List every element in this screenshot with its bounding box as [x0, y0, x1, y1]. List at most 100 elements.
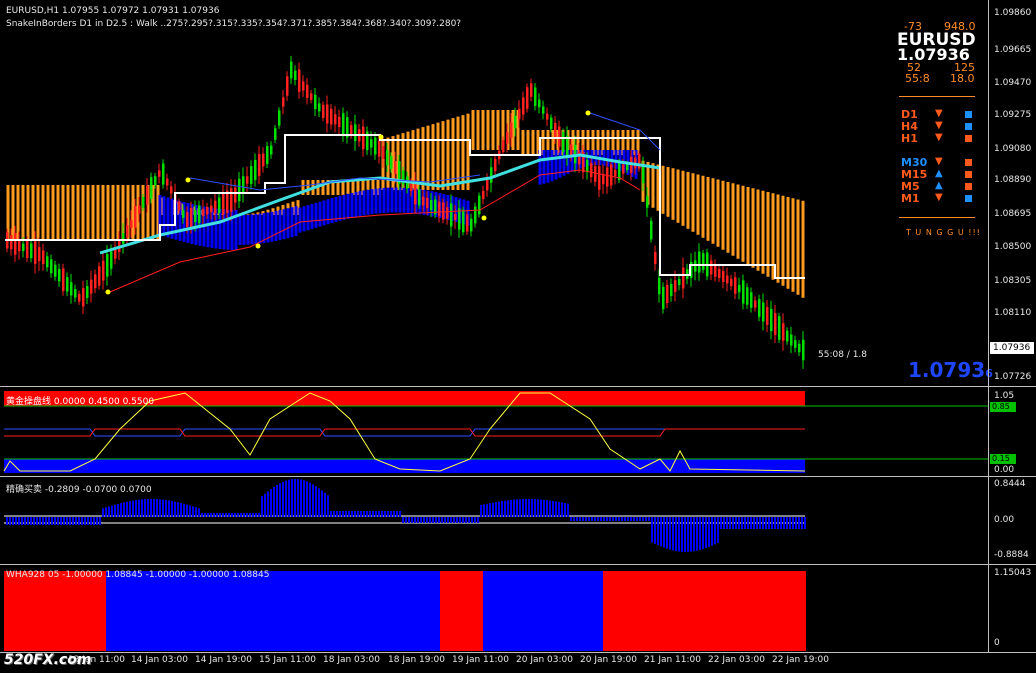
histogram-bar: [720, 517, 722, 529]
candle-body: [698, 251, 701, 273]
info-row4-right: 18.0: [950, 72, 975, 85]
histogram-bar: [222, 513, 224, 517]
watermark-logo: 520FX.com: [4, 652, 92, 668]
histogram-bar: [690, 517, 692, 552]
histogram-bar: [180, 503, 182, 517]
histogram-bar: [735, 517, 737, 529]
histogram-bar: [366, 511, 368, 517]
candle-body: [774, 313, 777, 335]
price-axis-label: 1.09860: [994, 8, 1032, 18]
histogram-bar: [273, 486, 275, 517]
histogram-bar: [342, 511, 344, 517]
histogram-bar: [405, 517, 407, 523]
histogram-bar: [270, 489, 272, 517]
indicator1-pane[interactable]: 黄金操盘线 0.0000 0.4500 0.5500 1.05 0.85 0.1…: [0, 389, 1036, 477]
histogram-bar: [195, 507, 197, 517]
histogram-bar: [96, 517, 98, 525]
histogram-bar: [633, 517, 635, 521]
candle-body: [82, 288, 85, 307]
histogram-bar: [144, 499, 146, 517]
candle-body: [322, 104, 325, 118]
histogram-bar: [192, 506, 194, 517]
trend-square-icon: [965, 183, 972, 190]
indicator3-axis-max: 1.15043: [994, 568, 1032, 578]
candle-body: [86, 286, 89, 298]
histogram-bar: [231, 513, 233, 517]
time-axis-label: 14 Jan 03:00: [131, 655, 188, 665]
candle-body: [370, 139, 373, 148]
histogram-bar: [198, 508, 200, 517]
candle-body: [542, 106, 545, 114]
histogram-bar: [129, 501, 131, 517]
histogram-bar: [36, 517, 38, 525]
candle-body: [586, 159, 589, 173]
candle-body: [150, 177, 153, 199]
candle-body: [146, 185, 149, 205]
candle-body: [10, 235, 13, 250]
candle-body: [134, 205, 137, 228]
candle-body: [250, 166, 253, 184]
candle-body: [218, 197, 221, 214]
histogram-bar: [417, 517, 419, 523]
histogram-bar: [288, 479, 290, 517]
histogram-bar: [420, 517, 422, 523]
indicator2-axis-zero: 0.00: [994, 515, 1015, 525]
histogram-bar: [285, 480, 287, 517]
trend-square-icon: [965, 111, 972, 118]
histogram-bar: [666, 517, 668, 549]
timeframe-label: H1: [901, 132, 918, 145]
candle-body: [162, 163, 165, 185]
candle-body: [46, 256, 49, 268]
candle-body: [510, 122, 513, 138]
indicator2-pane[interactable]: 精确买卖 -0.2809 -0.0700 0.0700 0.8444 0.00 …: [0, 479, 1036, 565]
histogram-bar: [216, 513, 218, 517]
histogram-bar: [81, 517, 83, 525]
candle-body: [614, 169, 617, 177]
histogram-bar: [525, 499, 527, 517]
candle-body: [478, 195, 481, 215]
histogram-bar: [48, 517, 50, 525]
histogram-bar: [297, 479, 299, 517]
candle-body: [318, 103, 321, 112]
candle-body: [670, 283, 673, 297]
histogram-bar: [411, 517, 413, 523]
histogram-bar: [237, 513, 239, 517]
candle-body: [242, 176, 245, 194]
candle-body: [22, 243, 25, 251]
histogram-bar: [429, 517, 431, 523]
histogram-bar: [498, 501, 500, 517]
histogram-bar: [483, 504, 485, 517]
histogram-bar: [576, 517, 578, 521]
big-price-last-digit: 6: [985, 367, 993, 380]
main-chart-pane[interactable]: EURUSD,H1 1.07955 1.07972 1.07931 1.0793…: [0, 0, 1036, 387]
candle-body: [74, 289, 77, 298]
candle-body: [306, 84, 309, 98]
timeframe-row: H1 ▼: [899, 132, 979, 145]
candle-body: [390, 156, 393, 169]
histogram-bar: [801, 517, 803, 529]
candle-body: [450, 203, 453, 227]
histogram-bar: [534, 499, 536, 517]
histogram-bar: [447, 517, 449, 523]
histogram-bar: [771, 517, 773, 529]
candle-body: [722, 271, 725, 282]
histogram-bar: [762, 517, 764, 529]
histogram-bar: [294, 479, 296, 517]
histogram-bar: [573, 517, 575, 521]
histogram-bar: [777, 517, 779, 529]
candle-body: [410, 184, 413, 191]
histogram-bar: [240, 513, 242, 517]
histogram-bar: [135, 500, 137, 517]
candle-body: [314, 94, 317, 110]
histogram-bar: [243, 513, 245, 517]
price-chart-canvas[interactable]: [0, 0, 988, 387]
histogram-bar: [630, 517, 632, 521]
candle-body: [462, 209, 465, 233]
histogram-bar: [306, 481, 308, 517]
histogram-bar: [615, 517, 617, 521]
histogram-bar: [207, 513, 209, 517]
indicator3-pane[interactable]: WHA928 05 -1.00000 1.08845 -1.00000 -1.0…: [0, 567, 1036, 653]
histogram-bar: [732, 517, 734, 529]
time-axis-label: 14 Jan 19:00: [195, 655, 252, 665]
info-row4-left: 55:8: [905, 72, 930, 85]
